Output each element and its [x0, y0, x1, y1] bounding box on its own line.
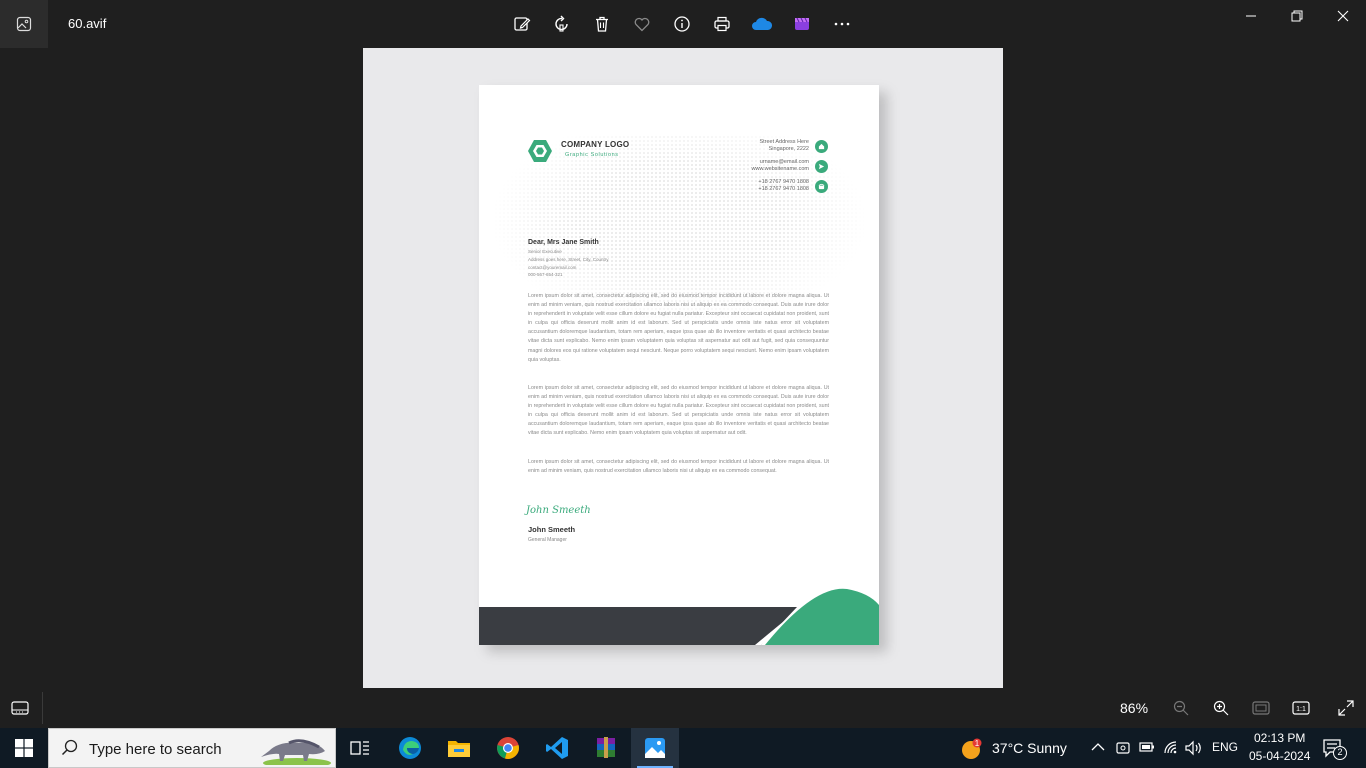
footer-dark-band — [479, 607, 797, 645]
phone-line-1: +18 2767 9470 1808 — [758, 179, 809, 185]
bottom-bar: 86% 1:1 — [0, 688, 1366, 728]
zoom-in-icon[interactable] — [1201, 688, 1241, 728]
clock-date[interactable]: 05-04-2024 — [1249, 749, 1310, 763]
phone-icon — [815, 180, 828, 193]
filmstrip-icon[interactable] — [0, 688, 40, 728]
rotate-icon[interactable] — [542, 4, 582, 44]
fit-to-window-icon[interactable] — [1241, 688, 1281, 728]
info-icon[interactable] — [662, 4, 702, 44]
minimize-icon[interactable] — [1228, 0, 1274, 32]
taskbar-search-box[interactable]: Type here to search — [48, 728, 336, 768]
clock-time[interactable]: 02:13 PM — [1254, 731, 1305, 745]
svg-text:1:1: 1:1 — [1296, 706, 1306, 713]
anteater-illustration — [261, 739, 331, 765]
weather-text[interactable]: 37°C Sunny — [992, 740, 1067, 756]
signer-name: John Smeeth — [528, 525, 576, 534]
send-icon — [815, 160, 828, 173]
print-icon[interactable] — [702, 4, 742, 44]
recipient-email: contact@youremail.com — [528, 265, 577, 270]
language-indicator[interactable]: ENG — [1212, 740, 1238, 754]
close-icon[interactable] — [1320, 0, 1366, 32]
delete-icon[interactable] — [582, 4, 622, 44]
photos-app-icon[interactable] — [0, 0, 48, 48]
edge-icon[interactable] — [386, 728, 434, 768]
address-block: Street Address Here Singapore, 2222 — [759, 139, 809, 153]
onedrive-icon[interactable] — [742, 4, 782, 44]
hexagon-logo-icon — [528, 140, 552, 162]
fullscreen-icon[interactable] — [1326, 688, 1366, 728]
footer-decoration — [479, 588, 879, 645]
wifi-icon[interactable] — [1163, 740, 1179, 756]
volume-icon[interactable] — [1185, 740, 1203, 756]
edit-image-icon[interactable] — [502, 4, 542, 44]
company-logo-text: COMPANY LOGO — [561, 140, 630, 149]
chevron-up-icon[interactable] — [1091, 742, 1105, 752]
battery-icon[interactable] — [1139, 741, 1155, 753]
actual-size-icon[interactable]: 1:1 — [1281, 688, 1321, 728]
company-tagline: Graphic Solutions — [565, 152, 619, 158]
title-bar: 60.avif — [0, 0, 1366, 48]
body-paragraph-2: Lorem ipsum dolor sit amet, consectetur … — [528, 385, 829, 437]
recipient-phone: 000-567-654-321 — [528, 272, 563, 277]
weather-badge: 1 — [974, 739, 980, 748]
handwritten-signature: John Smeeth — [526, 505, 591, 516]
notification-count: 2 — [1337, 747, 1343, 757]
search-placeholder: Type here to search — [89, 741, 222, 758]
separator — [42, 692, 43, 724]
website-text: www.websitename.com — [751, 166, 809, 172]
winrar-icon[interactable] — [582, 728, 630, 768]
more-icon[interactable] — [822, 4, 862, 44]
phone-block: +18 2767 9470 1808 +18 2767 9470 1808 — [758, 179, 809, 193]
search-icon — [61, 739, 78, 756]
windows-start-icon[interactable] — [0, 728, 48, 768]
clipchamp-icon[interactable] — [782, 4, 822, 44]
signer-title: General Manager — [528, 537, 567, 543]
file-explorer-icon[interactable] — [435, 728, 483, 768]
recipient-address: Address goes here, Street, City, Country — [528, 257, 609, 262]
chrome-icon[interactable] — [484, 728, 532, 768]
image-toolbar — [502, 4, 862, 44]
window-controls — [1228, 0, 1366, 32]
phone-line-2: +18 2767 9470 1808 — [758, 186, 809, 192]
home-icon — [815, 140, 828, 153]
taskbar: Type here to search 1 37°C Sunny ENG 02:… — [0, 728, 1366, 768]
vscode-icon[interactable] — [533, 728, 581, 768]
recipient-name: Dear, Mrs Jane Smith — [528, 239, 599, 246]
recipient-title: Senior Executive — [528, 249, 562, 254]
restore-icon[interactable] — [1274, 0, 1320, 32]
body-paragraph-1: Lorem ipsum dolor sit amet, consectetur … — [528, 293, 829, 363]
photos-icon[interactable] — [631, 728, 679, 768]
address-line-2: Singapore, 2222 — [768, 146, 809, 152]
file-name: 60.avif — [68, 16, 107, 31]
letterhead-paper: COMPANY LOGO Graphic Solutions Street Ad… — [479, 85, 879, 645]
meet-now-icon[interactable] — [1116, 740, 1130, 756]
address-line-1: Street Address Here — [759, 139, 809, 145]
body-paragraph-3: Lorem ipsum dolor sit amet, consectetur … — [528, 459, 829, 475]
favorite-icon[interactable] — [622, 4, 662, 44]
email-text: urname@email.com — [759, 159, 809, 165]
task-view-icon[interactable] — [336, 728, 384, 768]
image-canvas[interactable]: COMPANY LOGO Graphic Solutions Street Ad… — [363, 48, 1003, 688]
zoom-out-icon[interactable] — [1161, 688, 1201, 728]
email-block: urname@email.com www.websitename.com — [752, 159, 809, 173]
zoom-level: 86% — [1120, 700, 1149, 716]
